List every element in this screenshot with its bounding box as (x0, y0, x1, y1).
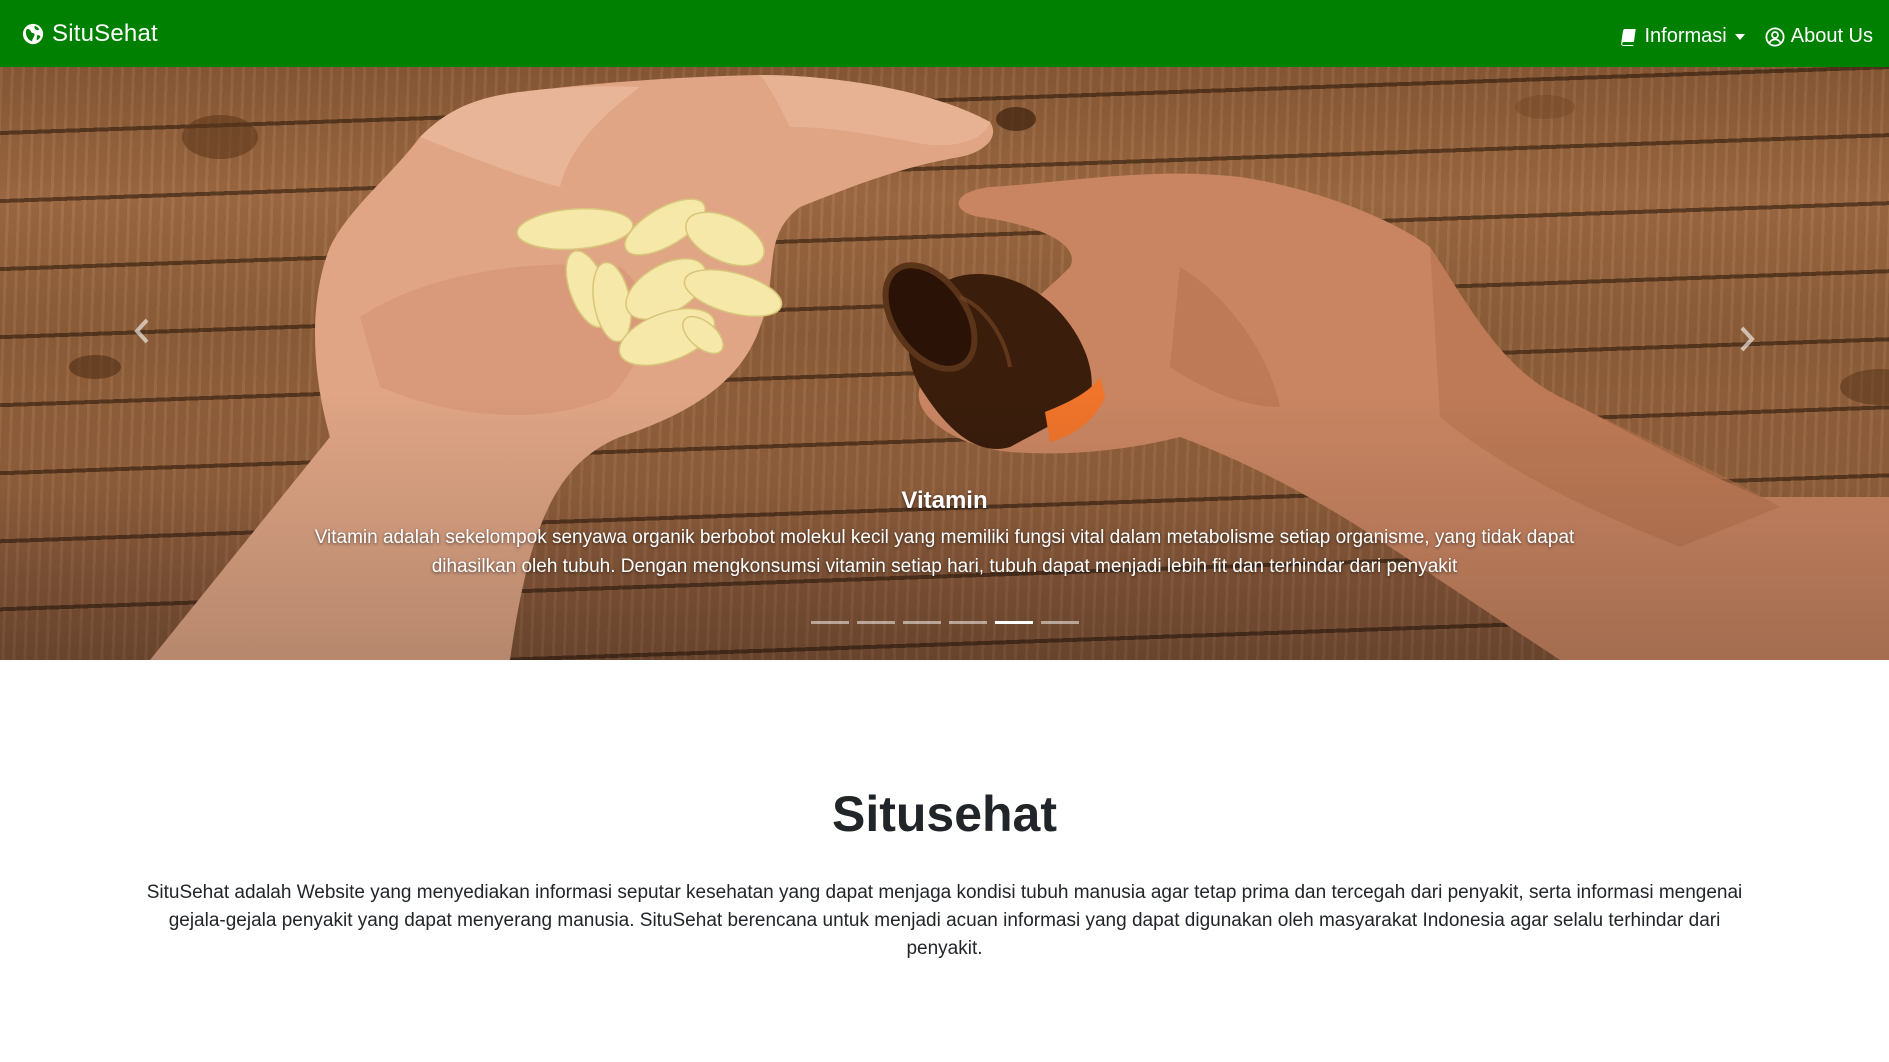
nav-item-about-us[interactable]: About Us (1765, 25, 1873, 48)
carousel-indicator-1[interactable] (810, 621, 849, 624)
nav-item-about-us-label: About Us (1790, 25, 1873, 47)
carousel-prev-button[interactable] (0, 67, 283, 660)
caret-down-icon (1734, 33, 1745, 40)
carousel-indicator-2[interactable] (856, 621, 895, 624)
carousel-indicators (0, 621, 1889, 624)
user-circle-icon (1765, 26, 1785, 47)
carousel-indicator-3[interactable] (902, 621, 941, 624)
page-title: Situsehat (831, 786, 1058, 842)
chevron-left-icon (131, 318, 153, 344)
brand-name: SituSehat (52, 19, 158, 47)
brand-link[interactable]: SituSehat (22, 20, 158, 48)
carousel-indicator-5[interactable] (994, 621, 1033, 624)
nav-item-informasi-label: Informasi (1644, 25, 1727, 47)
hero-carousel: Vitamin Vitamin adalah sekelompok senyaw… (0, 67, 1889, 660)
about-section: Situsehat SituSehat adalah Website yang … (0, 660, 1889, 963)
carousel-next-button[interactable] (1606, 67, 1889, 660)
globe-icon (22, 23, 44, 45)
caption-text: Vitamin adalah sekelompok senyawa organi… (314, 527, 1575, 577)
page-description: SituSehat adalah Website yang menyediaka… (146, 882, 1743, 959)
nav-menu: Informasi About Us (1618, 25, 1873, 48)
caption-title: Vitamin (901, 487, 988, 514)
navbar: SituSehat Informasi About Us (0, 0, 1889, 67)
carousel-indicator-4[interactable] (948, 621, 987, 624)
carousel-indicator-6[interactable] (1040, 621, 1079, 624)
carousel-caption: Vitamin Vitamin adalah sekelompok senyaw… (270, 487, 1619, 581)
book-icon (1618, 27, 1638, 47)
chevron-right-icon (1736, 326, 1758, 352)
nav-item-informasi[interactable]: Informasi (1618, 25, 1745, 48)
